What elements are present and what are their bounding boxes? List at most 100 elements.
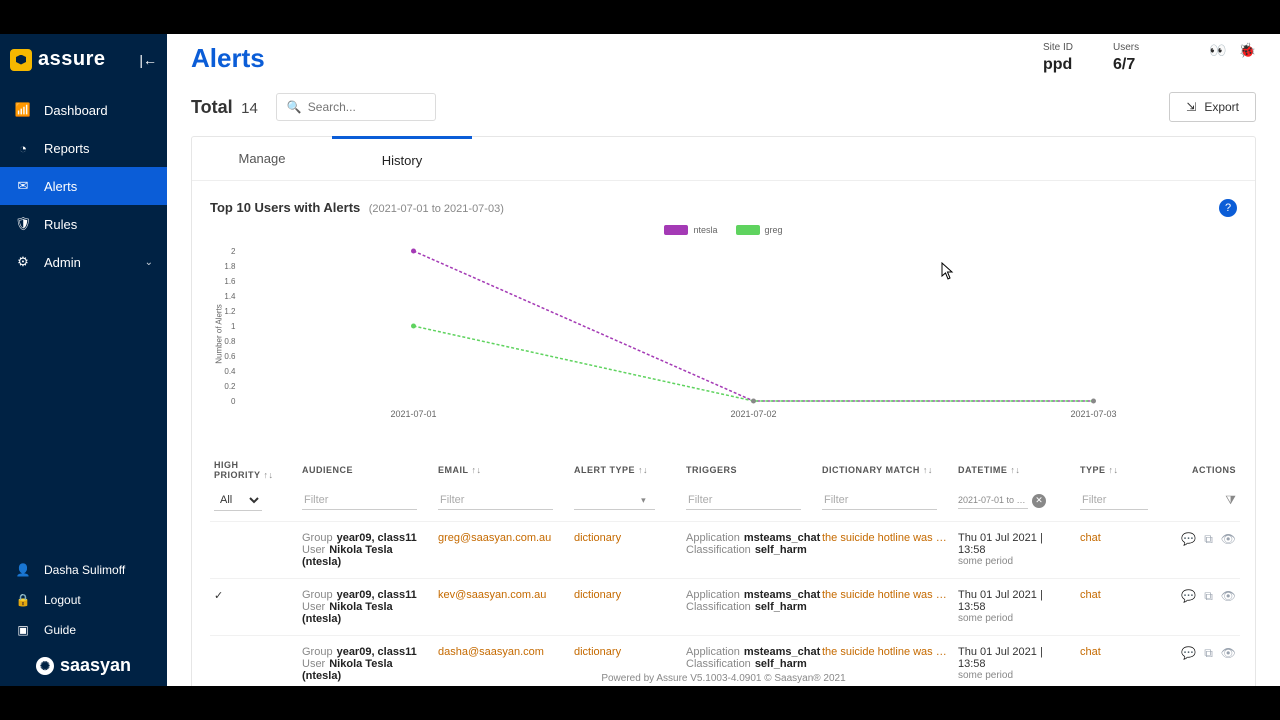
svg-text:2: 2 <box>231 247 236 256</box>
audience-cell: Groupyear09, class11UserNikola Tesla (nt… <box>298 579 434 636</box>
vendor-name: saasyan <box>60 655 131 676</box>
admin-icon: ⚙ <box>14 253 32 271</box>
filter-dictionary[interactable] <box>822 491 937 510</box>
sidebar-item-admin[interactable]: ⚙ Admin ⌄ <box>0 243 167 281</box>
total-label: Total <box>191 97 233 117</box>
chart-title: Top 10 Users with Alerts <box>210 200 360 215</box>
users-label: Users <box>1113 42 1139 53</box>
table-row[interactable]: Groupyear09, class11UserNikola Tesla (nt… <box>210 522 1240 579</box>
action-copy-icon[interactable]: ⧉ <box>1204 646 1213 660</box>
action-view-icon[interactable]: 👁 <box>1221 646 1236 660</box>
col-email[interactable]: Email↑↓ <box>434 454 570 486</box>
sidebar-item-label: Alerts <box>44 179 77 194</box>
guide-button[interactable]: ▣ Guide <box>0 615 167 645</box>
col-actions: Actions <box>1160 454 1240 486</box>
dictionary-match-cell: the suicide hotline was … <box>818 522 954 579</box>
svg-text:0.6: 0.6 <box>224 352 236 361</box>
tab-history[interactable]: History <box>332 136 472 180</box>
action-chat-icon[interactable]: 💬 <box>1181 646 1196 660</box>
action-copy-icon[interactable]: ⧉ <box>1204 589 1213 603</box>
total-count: 14 <box>241 100 258 117</box>
filter-type[interactable] <box>1080 491 1148 510</box>
sidebar-item-alerts[interactable]: ✉ Alerts <box>0 167 167 205</box>
tab-manage[interactable]: Manage <box>192 137 332 180</box>
vendor-brand: ✺ saasyan <box>0 645 167 680</box>
filter-email[interactable] <box>438 491 553 510</box>
eyes-icon[interactable]: 👀 <box>1209 42 1226 59</box>
col-triggers[interactable]: Triggers <box>682 454 818 486</box>
collapse-sidebar-button[interactable]: |← <box>139 52 157 68</box>
col-dictionary-match[interactable]: Dictionary Match↑↓ <box>818 454 954 486</box>
action-chat-icon[interactable]: 💬 <box>1181 589 1196 603</box>
filter-triggers[interactable] <box>686 491 801 510</box>
legend-swatch-greg <box>736 225 760 235</box>
chevron-down-icon: ⌄ <box>145 257 153 268</box>
export-button[interactable]: ⇲ Export <box>1169 92 1256 122</box>
col-datetime[interactable]: Datetime↑↓ <box>954 454 1076 486</box>
svg-text:1.6: 1.6 <box>224 277 236 286</box>
bug-icon[interactable]: 🐞 <box>1239 42 1256 59</box>
page-title: Alerts <box>191 43 265 74</box>
logout-label: Logout <box>44 593 81 607</box>
legend-label: greg <box>765 225 783 235</box>
lock-icon: 🔒 <box>14 593 32 607</box>
filter-datetime-value[interactable]: 2021-07-01 to 2021-07… <box>958 492 1028 509</box>
action-view-icon[interactable]: 👁 <box>1221 532 1236 546</box>
guide-label: Guide <box>44 623 76 637</box>
datetime-cell: Thu 01 Jul 2021 | 13:58some period <box>954 522 1076 579</box>
legend-label: ntesla <box>693 225 717 235</box>
svg-text:2021-07-03: 2021-07-03 <box>1070 409 1116 419</box>
user-icon: 👤 <box>14 563 32 577</box>
filter-high-priority[interactable]: All <box>214 490 262 511</box>
hp-cell: ✓ <box>210 579 298 636</box>
col-audience[interactable]: Audience <box>298 454 434 486</box>
svg-text:0.4: 0.4 <box>224 367 236 376</box>
sidebar-item-label: Reports <box>44 141 90 156</box>
svg-text:2021-07-02: 2021-07-02 <box>730 409 776 419</box>
audience-cell: Groupyear09, class11UserNikola Tesla (nt… <box>298 522 434 579</box>
col-alert-type[interactable]: Alert Type↑↓ <box>570 454 682 486</box>
reports-icon: ◔ <box>14 139 32 157</box>
chevron-down-icon[interactable]: ▾ <box>641 495 646 505</box>
rules-icon: 🛡 <box>14 215 32 233</box>
col-type[interactable]: Type↑↓ <box>1076 454 1160 486</box>
guide-icon: ▣ <box>14 623 32 637</box>
siteid-value: ppd <box>1043 56 1073 74</box>
hp-cell <box>210 522 298 579</box>
export-icon: ⇲ <box>1186 100 1196 114</box>
filter-funnel-icon[interactable]: ⧩ <box>1225 493 1236 507</box>
sidebar-item-reports[interactable]: ◔ Reports <box>0 129 167 167</box>
help-icon[interactable]: ? <box>1219 199 1237 217</box>
table-row[interactable]: ✓Groupyear09, class11UserNikola Tesla (n… <box>210 579 1240 636</box>
clear-date-filter[interactable]: ✕ <box>1032 494 1046 508</box>
svg-text:0.8: 0.8 <box>224 337 236 346</box>
chart-range: (2021-07-01 to 2021-07-03) <box>369 203 504 215</box>
action-chat-icon[interactable]: 💬 <box>1181 532 1196 546</box>
saasyan-logo-icon: ✺ <box>36 657 54 675</box>
dictionary-match-cell: the suicide hotline was … <box>818 579 954 636</box>
action-view-icon[interactable]: 👁 <box>1221 589 1236 603</box>
svg-text:1.2: 1.2 <box>224 307 236 316</box>
logout-button[interactable]: 🔒 Logout <box>0 585 167 615</box>
type-cell: chat <box>1076 522 1160 579</box>
alerts-line-chart: 2 1.8 1.6 1.4 1.2 1 0.8 0.6 0.4 0.2 0 Nu… <box>210 239 1237 429</box>
col-high-priority[interactable]: High Priority↑↓ <box>210 454 298 486</box>
search-input[interactable] <box>308 100 425 114</box>
svg-text:1: 1 <box>231 322 236 331</box>
svg-text:1.8: 1.8 <box>224 262 236 271</box>
sidebar-item-label: Admin <box>44 255 81 270</box>
sidebar-item-dashboard[interactable]: 📶 Dashboard <box>0 91 167 129</box>
users-value: 6/7 <box>1113 56 1139 74</box>
chart-legend: ntesla greg <box>210 225 1237 235</box>
svg-text:1.4: 1.4 <box>224 292 236 301</box>
email-cell: greg@saasyan.com.au <box>434 522 570 579</box>
brand-logo-icon <box>10 49 32 71</box>
export-label: Export <box>1204 100 1239 114</box>
action-copy-icon[interactable]: ⧉ <box>1204 532 1213 546</box>
filter-audience[interactable] <box>302 491 417 510</box>
search-icon: 🔍 <box>287 100 302 114</box>
search-input-wrapper[interactable]: 🔍 <box>276 93 436 121</box>
sidebar-item-rules[interactable]: 🛡 Rules <box>0 205 167 243</box>
current-user[interactable]: 👤 Dasha Sulimoff <box>0 555 167 585</box>
svg-text:0.2: 0.2 <box>224 382 236 391</box>
